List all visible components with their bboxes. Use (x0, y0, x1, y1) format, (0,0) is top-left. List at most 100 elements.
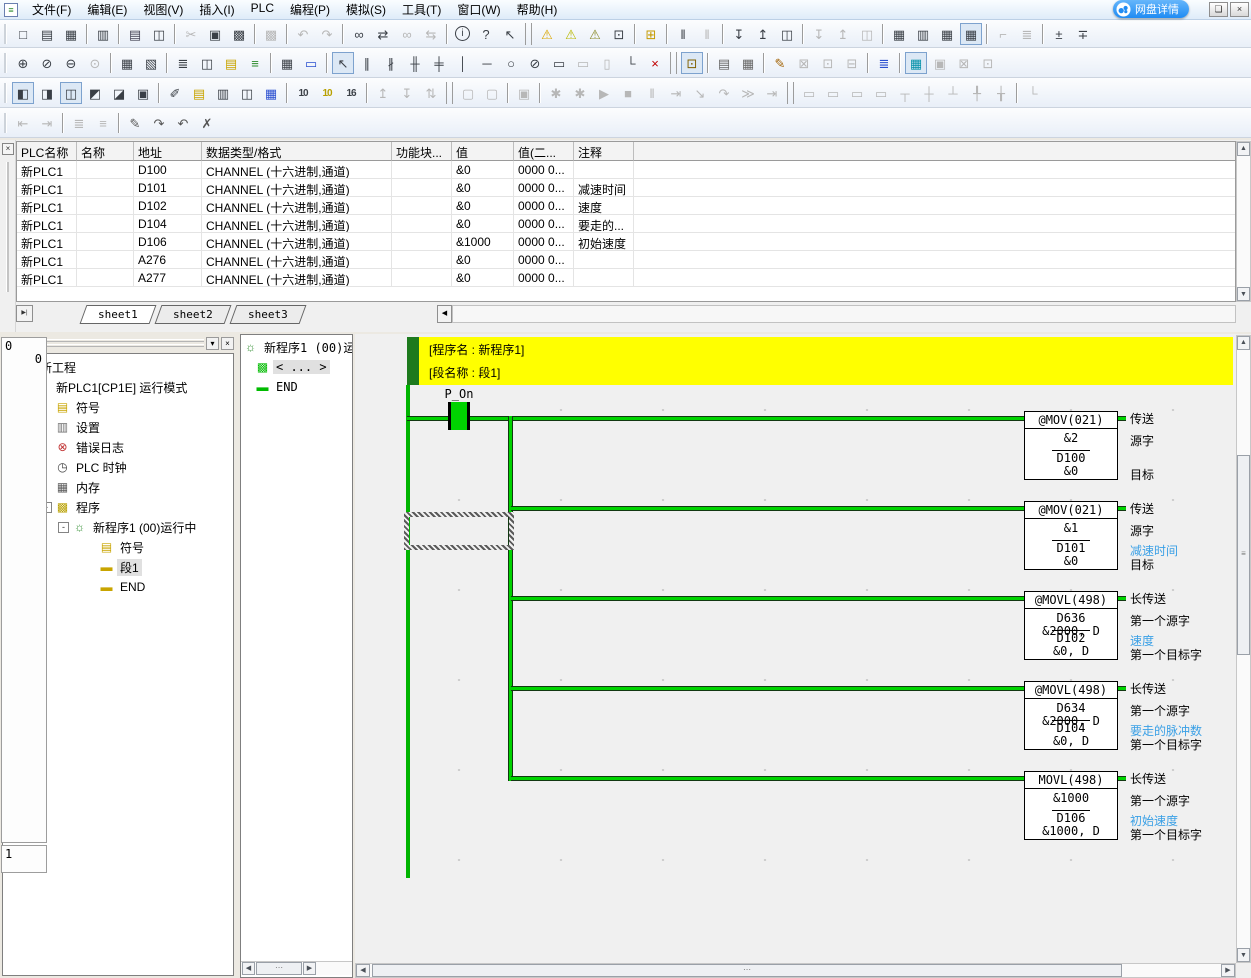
sim-connect[interactable]: ▣ (513, 82, 535, 104)
sim-step-over[interactable]: ↷ (713, 82, 735, 104)
partial-transfer-down[interactable]: ↧ (808, 23, 830, 45)
compile-all-programs[interactable]: ⚠ (560, 23, 582, 45)
instruction-box[interactable]: @MOVL(498) D634 &2000, D D104 &0, D (1024, 681, 1118, 750)
workspace-close-button[interactable]: × (221, 337, 234, 350)
online-edit-rungs[interactable]: ✎ (769, 52, 791, 74)
zoom-custom[interactable]: ⊘ (36, 52, 58, 74)
force-off[interactable]: ↧ (396, 82, 418, 104)
sim-window-2[interactable]: ▢ (481, 82, 503, 104)
properties-info[interactable]: i (455, 26, 470, 41)
new-instruction[interactable]: ▭ (548, 52, 570, 74)
sheet-tab[interactable]: sheet3 (229, 305, 306, 324)
zoom-out[interactable]: ⊖ (60, 52, 82, 74)
column-header-comment[interactable]: 注释 (574, 142, 634, 161)
watch-row[interactable]: 新PLC1 D102 CHANNEL (十六进制,通道) &0 0000 0..… (17, 197, 1235, 215)
outdent-rung[interactable]: ⇤ (12, 112, 34, 134)
dialog-view-1[interactable]: ◫ (236, 82, 258, 104)
clock-pulses[interactable]: ▦ (737, 52, 759, 74)
column-header-address[interactable]: 地址 (134, 142, 202, 161)
compile-program[interactable]: ⚠ (536, 23, 558, 45)
paste-rung[interactable]: ▩ (260, 23, 282, 45)
tree-expand-box[interactable]: - (58, 522, 69, 533)
new-inverted-instruction[interactable]: ▭ (572, 52, 594, 74)
mdi-close-button[interactable]: × (1230, 2, 1249, 17)
menu-item[interactable]: 窗口(W) (449, 0, 508, 20)
hr-edit-2[interactable]: ⊠ (953, 52, 975, 74)
normally-open-contact[interactable] (448, 402, 470, 430)
section-item[interactable]: ▩ < ... > (241, 357, 352, 377)
plc-memory-window[interactable]: ▥ (912, 23, 934, 45)
io-condition-4[interactable]: ▭ (870, 82, 892, 104)
section-pane-hscrollbar[interactable]: ◀ ⋯ ▶ (241, 961, 352, 975)
find[interactable]: ∞ (348, 23, 370, 45)
sim-step-run[interactable]: ⇥ (665, 82, 687, 104)
menu-item[interactable]: 插入(I) (191, 0, 242, 20)
column-header-value-binary[interactable]: 值(二... (514, 142, 574, 161)
watch-vertical-scrollbar[interactable]: ▲ ▼ (1236, 141, 1251, 302)
sma-display[interactable]: ▦ (276, 52, 298, 74)
open-file[interactable]: ▤ (36, 23, 58, 45)
toggle-cross-reference[interactable]: ◩ (84, 82, 106, 104)
sheet-tab[interactable]: sheet1 (80, 305, 157, 324)
show-properties[interactable]: ▣ (132, 82, 154, 104)
new-or-closed-contact[interactable]: ╪ (428, 52, 450, 74)
toggle-grid[interactable]: ▦ (116, 52, 138, 74)
new-coil[interactable]: ○ (500, 52, 522, 74)
watch-row[interactable]: 新PLC1 D101 CHANNEL (十六进制,通道) &0 0000 0..… (17, 179, 1235, 197)
watch-row[interactable]: 新PLC1 A276 CHANNEL (十六进制,通道) &0 0000 0..… (17, 251, 1235, 269)
rung-comment[interactable]: ▧ (140, 52, 162, 74)
instruction-box[interactable]: @MOV(021) &2 D100 &0 (1024, 411, 1118, 480)
force-reset[interactable]: ∓ (1072, 23, 1094, 45)
new-or-contact[interactable]: ╫ (404, 52, 426, 74)
column-header-name[interactable]: 名称 (77, 142, 134, 161)
sheet-tab[interactable]: sheet2 (154, 305, 231, 324)
monitor-update[interactable]: ▤ (713, 52, 735, 74)
paste[interactable]: ▩ (228, 23, 250, 45)
context-help[interactable]: ↖ (499, 23, 521, 45)
swap-normal[interactable]: ↷ (148, 112, 170, 134)
zoom-fit[interactable]: ⊙ (84, 52, 106, 74)
clear-marks[interactable]: ✗ (196, 112, 218, 134)
rung-margin-box[interactable]: 0 0 (1, 337, 47, 843)
rung-margin-box[interactable]: 1 (1, 845, 47, 873)
monitor-signed-decimal[interactable]: 10 (316, 82, 338, 104)
wire-tool-4[interactable]: ╀ (966, 82, 988, 104)
online-check[interactable]: ⚠ (584, 23, 606, 45)
scroll-left-button[interactable]: ◀ (356, 964, 370, 977)
toggle-address-reference[interactable]: ◪ (108, 82, 130, 104)
toggle-project-workspace[interactable]: ◧ (12, 82, 34, 104)
new-closed-coil[interactable]: ⊘ (524, 52, 546, 74)
swap-reverse[interactable]: ↶ (172, 112, 194, 134)
new-vertical-line[interactable]: │ (452, 52, 474, 74)
undo[interactable]: ↶ (292, 23, 314, 45)
io-condition-3[interactable]: ▭ (846, 82, 868, 104)
scroll-thumb[interactable]: ≡ (1237, 455, 1250, 655)
io-condition-2[interactable]: ▭ (822, 82, 844, 104)
cut[interactable]: ✂ (180, 23, 202, 45)
indent-rung[interactable]: ⇥ (36, 112, 58, 134)
transfer-from-plc[interactable]: ↥ (752, 23, 774, 45)
copy[interactable]: ▣ (204, 23, 226, 45)
wire-tool-1[interactable]: ┬ (894, 82, 916, 104)
line-connect-mode[interactable]: └ (620, 52, 642, 74)
line-delete-mode[interactable]: × (644, 52, 666, 74)
section-item[interactable]: ☼ 新程序1 (00)运行中 (241, 337, 352, 357)
menu-item[interactable]: PLC (243, 0, 282, 20)
redo[interactable]: ↷ (316, 23, 338, 45)
sim-pause[interactable]: ‖ (641, 82, 663, 104)
new-horizontal-line[interactable]: ─ (476, 52, 498, 74)
monitor-hex[interactable]: 16 (340, 82, 362, 104)
change-all[interactable]: ⇆ (420, 23, 442, 45)
column-header-function-block[interactable]: 功能块... (392, 142, 452, 161)
partial-transfer-up[interactable]: ↥ (832, 23, 854, 45)
partial-compare[interactable]: ◫ (856, 23, 878, 45)
monitor-window[interactable]: ▦ (960, 23, 982, 45)
online-edit-go[interactable]: ⊡ (817, 52, 839, 74)
symbol-display[interactable]: ▤ (220, 52, 242, 74)
sim-break-2[interactable]: ✱ (569, 82, 591, 104)
find-next[interactable]: ∞ (396, 23, 418, 45)
page-setup[interactable]: ▥ (92, 23, 114, 45)
print[interactable]: ▤ (124, 23, 146, 45)
transfer-to-plc[interactable]: ↧ (728, 23, 750, 45)
column-header-value[interactable]: 值 (452, 142, 514, 161)
